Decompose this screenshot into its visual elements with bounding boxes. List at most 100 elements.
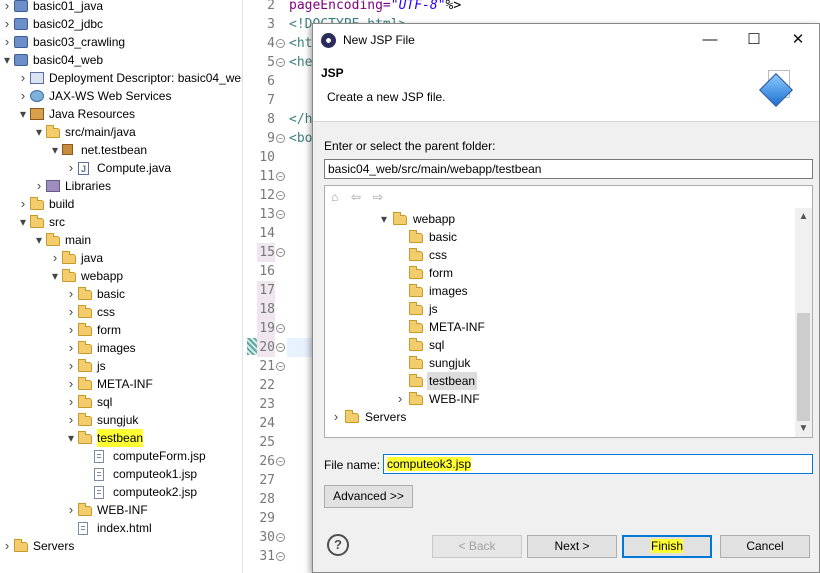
- fold-toggle-icon[interactable]: −: [276, 210, 285, 219]
- fold-toggle-icon[interactable]: −: [276, 134, 285, 143]
- expand-arrow-icon[interactable]: ›: [66, 159, 76, 177]
- expand-arrow-icon[interactable]: ›: [34, 177, 44, 195]
- explorer-item[interactable]: computeok2.jsp: [0, 483, 242, 501]
- collapse-arrow-icon[interactable]: ▾: [18, 213, 28, 231]
- folder-tree-item[interactable]: ▾ webapp: [325, 210, 795, 228]
- expand-arrow-icon[interactable]: ›: [2, 537, 12, 555]
- explorer-item[interactable]: ▾ testbean: [0, 429, 242, 447]
- explorer-item[interactable]: ▾ net.testbean: [0, 141, 242, 159]
- explorer-item[interactable]: ▾ src: [0, 213, 242, 231]
- folder-tree-item[interactable]: images: [325, 282, 795, 300]
- explorer-item[interactable]: › JAX-WS Web Services: [0, 87, 242, 105]
- cancel-button[interactable]: Cancel: [720, 535, 810, 558]
- expand-arrow-icon[interactable]: ›: [66, 375, 76, 393]
- explorer-item[interactable]: › Libraries: [0, 177, 242, 195]
- fold-toggle-icon[interactable]: −: [276, 533, 285, 542]
- maximize-button[interactable]: ☐: [737, 28, 771, 52]
- folder-tree-item[interactable]: css: [325, 246, 795, 264]
- back-button[interactable]: < Back: [432, 535, 522, 558]
- folder-tree-item[interactable]: js: [325, 300, 795, 318]
- explorer-item[interactable]: › sungjuk: [0, 411, 242, 429]
- scroll-thumb[interactable]: [797, 313, 810, 421]
- close-button[interactable]: ✕: [781, 28, 815, 52]
- tree-scrollbar[interactable]: ▲ ▼: [795, 208, 812, 437]
- expand-arrow-icon[interactable]: ›: [18, 87, 28, 105]
- explorer-item[interactable]: ▾ main: [0, 231, 242, 249]
- explorer-item[interactable]: › basic01_java: [0, 0, 242, 15]
- expand-arrow-icon[interactable]: ›: [2, 0, 12, 15]
- fold-toggle-icon[interactable]: −: [276, 39, 285, 48]
- folder-tree-item[interactable]: › Servers: [325, 408, 795, 426]
- expand-arrow-icon[interactable]: ›: [66, 411, 76, 429]
- next-button[interactable]: Next >: [527, 535, 617, 558]
- expand-arrow-icon[interactable]: ›: [395, 390, 405, 408]
- explorer-item[interactable]: ▾ src/main/java: [0, 123, 242, 141]
- explorer-item[interactable]: › WEB-INF: [0, 501, 242, 519]
- scroll-down-icon[interactable]: ▼: [795, 420, 812, 437]
- explorer-item[interactable]: › Servers: [0, 537, 242, 555]
- parent-folder-input[interactable]: basic04_web/src/main/webapp/testbean: [324, 159, 813, 179]
- explorer-item[interactable]: › js: [0, 357, 242, 375]
- fold-toggle-icon[interactable]: −: [276, 58, 285, 67]
- explorer-item[interactable]: computeok1.jsp: [0, 465, 242, 483]
- explorer-item[interactable]: › basic: [0, 285, 242, 303]
- fold-toggle-icon[interactable]: −: [276, 343, 285, 352]
- expand-arrow-icon[interactable]: ›: [18, 69, 28, 87]
- minimize-button[interactable]: —: [693, 28, 727, 52]
- explorer-item[interactable]: › form: [0, 321, 242, 339]
- expand-arrow-icon[interactable]: ›: [50, 249, 60, 267]
- scroll-up-icon[interactable]: ▲: [795, 208, 812, 225]
- explorer-item[interactable]: › build: [0, 195, 242, 213]
- expand-arrow-icon[interactable]: ›: [66, 501, 76, 519]
- forward-arrow-icon[interactable]: ⇨: [373, 190, 383, 204]
- folder-tree-item[interactable]: › WEB-INF: [325, 390, 795, 408]
- explorer-item[interactable]: index.html: [0, 519, 242, 537]
- file-name-input[interactable]: computeok3.jsp: [383, 454, 813, 474]
- folder-tree-item[interactable]: basic: [325, 228, 795, 246]
- fold-toggle-icon[interactable]: −: [276, 552, 285, 561]
- explorer-item[interactable]: › basic03_crawling: [0, 33, 242, 51]
- collapse-arrow-icon[interactable]: ▾: [2, 51, 12, 69]
- fold-toggle-icon[interactable]: −: [276, 362, 285, 371]
- expand-arrow-icon[interactable]: ›: [18, 195, 28, 213]
- expand-arrow-icon[interactable]: ›: [66, 303, 76, 321]
- collapse-arrow-icon[interactable]: ▾: [34, 123, 44, 141]
- folder-tree-item[interactable]: testbean: [325, 372, 795, 390]
- fold-toggle-icon[interactable]: −: [276, 191, 285, 200]
- fold-toggle-icon[interactable]: −: [276, 457, 285, 466]
- fold-toggle-icon[interactable]: −: [276, 172, 285, 181]
- back-arrow-icon[interactable]: ⇦: [351, 190, 361, 204]
- expand-arrow-icon[interactable]: ›: [331, 408, 341, 426]
- collapse-arrow-icon[interactable]: ▾: [18, 105, 28, 123]
- folder-tree[interactable]: ⌂ ⇦ ⇨ ▾ webapp basic css form images js META-IN…: [324, 185, 813, 438]
- explorer-item[interactable]: ▾ basic04_web: [0, 51, 242, 69]
- explorer-item[interactable]: ▾ webapp: [0, 267, 242, 285]
- explorer-item[interactable]: › images: [0, 339, 242, 357]
- explorer-item[interactable]: › sql: [0, 393, 242, 411]
- explorer-item[interactable]: › META-INF: [0, 375, 242, 393]
- explorer-item[interactable]: › java: [0, 249, 242, 267]
- collapse-arrow-icon[interactable]: ▾: [379, 210, 389, 228]
- help-icon[interactable]: ?: [327, 534, 349, 556]
- advanced-button[interactable]: Advanced >>: [324, 485, 413, 508]
- collapse-arrow-icon[interactable]: ▾: [50, 267, 60, 285]
- fold-toggle-icon[interactable]: −: [276, 324, 285, 333]
- expand-arrow-icon[interactable]: ›: [2, 15, 12, 33]
- explorer-item[interactable]: ▾ Java Resources: [0, 105, 242, 123]
- collapse-arrow-icon[interactable]: ▾: [50, 141, 60, 159]
- fold-toggle-icon[interactable]: −: [276, 248, 285, 257]
- explorer-item[interactable]: › basic02_jdbc: [0, 15, 242, 33]
- expand-arrow-icon[interactable]: ›: [66, 393, 76, 411]
- explorer-item[interactable]: › css: [0, 303, 242, 321]
- expand-arrow-icon[interactable]: ›: [66, 285, 76, 303]
- folder-tree-item[interactable]: META-INF: [325, 318, 795, 336]
- explorer-item[interactable]: › Compute.java: [0, 159, 242, 178]
- expand-arrow-icon[interactable]: ›: [66, 357, 76, 375]
- explorer-item[interactable]: › Deployment Descriptor: basic04_web: [0, 69, 242, 87]
- home-icon[interactable]: ⌂: [331, 190, 338, 204]
- explorer-item[interactable]: computeForm.jsp: [0, 447, 242, 465]
- collapse-arrow-icon[interactable]: ▾: [34, 231, 44, 249]
- folder-tree-item[interactable]: form: [325, 264, 795, 282]
- folder-tree-item[interactable]: sungjuk: [325, 354, 795, 372]
- folder-tree-item[interactable]: sql: [325, 336, 795, 354]
